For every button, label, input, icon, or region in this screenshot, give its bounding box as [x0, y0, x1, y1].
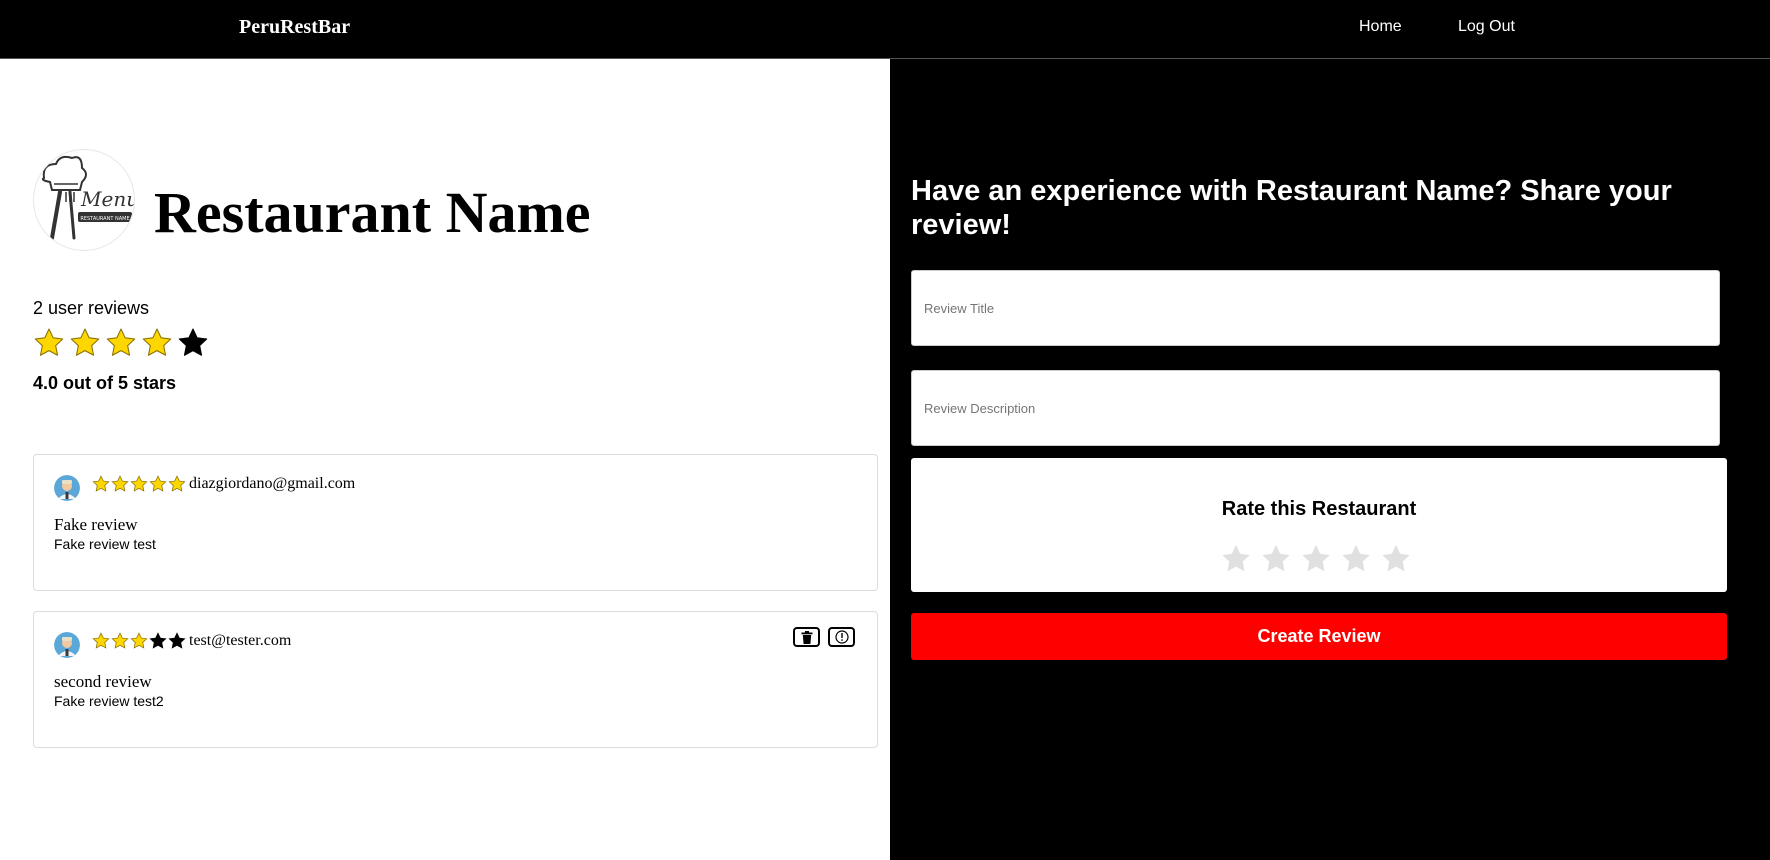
review-description-input[interactable] [911, 370, 1720, 446]
star-rate-2-icon[interactable] [1260, 543, 1292, 575]
avatar [54, 632, 80, 658]
star-filled-icon [149, 475, 167, 492]
rating-stars-input [1220, 543, 1412, 575]
restaurant-logo: Menu RESTAURANT NAME [33, 149, 135, 251]
star-filled-icon [92, 475, 110, 492]
average-rating-text: 4.0 out of 5 stars [33, 373, 177, 393]
star-filled-icon [130, 475, 148, 492]
review-rating-stars [92, 632, 186, 650]
create-review-button[interactable]: Create Review [911, 613, 1727, 660]
review-title-input[interactable] [911, 270, 1720, 346]
star-filled-icon [70, 328, 100, 356]
review-description: Fake review test [54, 536, 156, 552]
review-form-panel: Have an experience with Restaurant Name?… [890, 59, 1770, 860]
star-rate-3-icon[interactable] [1300, 543, 1332, 575]
review-rating-stars [92, 475, 186, 493]
restaurant-name-heading: Restaurant Name [154, 180, 591, 245]
star-rate-1-icon[interactable] [1220, 543, 1252, 575]
review-title: Fake review [54, 515, 138, 534]
svg-text:Menu: Menu [80, 187, 135, 211]
rating-selector: Rate this Restaurant [911, 458, 1727, 592]
top-navbar: PeruRestBar Home Log Out [0, 0, 1770, 59]
avatar [54, 475, 80, 501]
star-filled-icon [106, 328, 136, 356]
report-icon [834, 630, 849, 644]
star-empty-icon [178, 328, 208, 356]
review-card: diazgiordano@gmail.com Fake review Fake … [33, 454, 878, 591]
review-author: diazgiordano@gmail.com [189, 475, 356, 492]
star-empty-icon [149, 632, 167, 649]
restaurant-panel: Menu RESTAURANT NAME Restaurant Name 2 u… [0, 59, 890, 860]
star-filled-icon [168, 475, 186, 492]
nav-home-link[interactable]: Home [1359, 18, 1402, 36]
star-empty-icon [168, 632, 186, 649]
star-filled-icon [130, 632, 148, 649]
star-filled-icon [142, 328, 172, 356]
star-filled-icon [34, 328, 64, 356]
review-description: Fake review test2 [54, 693, 164, 709]
nav-logout-link[interactable]: Log Out [1458, 18, 1515, 36]
average-rating-stars [33, 327, 209, 359]
review-card: test@tester.com second review Fake revie… [33, 611, 878, 748]
review-author: test@tester.com [189, 632, 292, 649]
star-filled-icon [92, 632, 110, 649]
review-count: 2 user reviews [33, 298, 150, 318]
rating-heading: Rate this Restaurant [1221, 498, 1417, 520]
report-review-button[interactable] [828, 627, 855, 647]
delete-review-button[interactable] [793, 627, 820, 647]
star-rate-4-icon[interactable] [1340, 543, 1372, 575]
star-filled-icon [111, 632, 129, 649]
brand-link[interactable]: PeruRestBar [239, 16, 350, 39]
svg-text:RESTAURANT NAME: RESTAURANT NAME [80, 216, 129, 222]
star-rate-5-icon[interactable] [1380, 543, 1412, 575]
review-form-heading: Have an experience with Restaurant Name?… [911, 175, 1672, 241]
star-filled-icon [111, 475, 129, 492]
review-title: second review [54, 672, 152, 691]
trash-icon [801, 630, 812, 644]
